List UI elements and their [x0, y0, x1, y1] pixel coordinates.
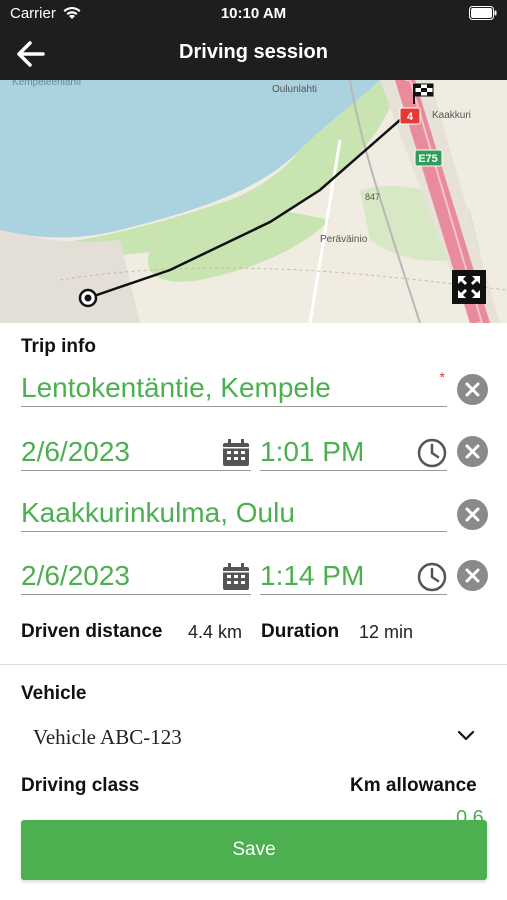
- chevron-down-icon: [457, 730, 475, 741]
- required-asterisk: *: [439, 369, 445, 385]
- map-label-oulunlahti: Oulunlahti: [272, 84, 317, 95]
- end-date-field[interactable]: 2/6/2023: [21, 555, 251, 595]
- start-date-field[interactable]: 2/6/2023: [21, 431, 251, 471]
- map-label-kaakkuri: Kaakkuri: [432, 110, 471, 121]
- clear-end-location-button[interactable]: [457, 499, 488, 530]
- clock-icon[interactable]: [417, 438, 447, 468]
- end-location-value: Kaakkurinkulma, Oulu: [21, 497, 295, 528]
- map-canvas[interactable]: 4 E75 847 Kempeleenlahti Oulunlahti Kaak…: [0, 80, 507, 323]
- driven-distance-label: Driven distance: [21, 621, 163, 642]
- end-location-field[interactable]: Kaakkurinkulma, Oulu: [21, 492, 447, 532]
- duration-value: 12 min: [359, 622, 414, 642]
- page-title: Driving session: [179, 41, 328, 63]
- battery-icon: [469, 6, 497, 20]
- start-time-value: 1:01 PM: [260, 436, 365, 467]
- start-time-field[interactable]: 1:01 PM: [260, 431, 447, 471]
- road-e75-label: E75: [418, 153, 438, 165]
- duration-label: Duration: [261, 621, 340, 642]
- calendar-icon[interactable]: [221, 438, 251, 468]
- section-divider: [0, 664, 507, 665]
- expand-map-icon[interactable]: [452, 270, 486, 304]
- road-4-label: 4: [407, 111, 414, 123]
- calendar-icon[interactable]: [221, 562, 251, 592]
- route-map[interactable]: 4 E75 847 Kempeleenlahti Oulunlahti Kaak…: [0, 80, 507, 323]
- trip-info-heading: Trip info: [21, 336, 96, 357]
- status-bar: Carrier 10:10 AM: [0, 0, 507, 28]
- close-icon: [465, 507, 480, 522]
- clock-time: 10:10 AM: [220, 5, 287, 22]
- save-button[interactable]: Save: [21, 820, 487, 880]
- driven-distance-value: 4.4 km: [188, 622, 243, 642]
- close-icon: [465, 568, 480, 583]
- start-date-value: 2/6/2023: [21, 436, 130, 467]
- map-label-kempeleenlahti: Kempeleenlahti: [12, 80, 81, 88]
- end-date-value: 2/6/2023: [21, 560, 130, 591]
- vehicle-selected-value: Vehicle ABC-123: [33, 725, 182, 749]
- clear-start-location-button[interactable]: [457, 374, 488, 405]
- navigation-bar: Driving session: [0, 28, 507, 80]
- km-allowance-value[interactable]: 0.6: [456, 808, 484, 820]
- vehicle-select[interactable]: Vehicle ABC-123: [21, 720, 487, 754]
- end-time-field[interactable]: 1:14 PM: [260, 555, 447, 595]
- close-icon: [465, 382, 480, 397]
- clock-icon[interactable]: [417, 562, 447, 592]
- driving-class-label: Driving class: [21, 775, 140, 796]
- close-icon: [465, 444, 480, 459]
- end-time-value: 1:14 PM: [260, 560, 365, 591]
- km-allowance-label: Km allowance: [350, 775, 477, 796]
- vehicle-heading: Vehicle: [21, 683, 87, 704]
- clear-start-time-button[interactable]: [457, 436, 488, 467]
- map-label-peravainio: Peräväinio: [320, 234, 368, 245]
- road-847-label: 847: [365, 192, 380, 202]
- start-location-field[interactable]: Lentokentäntie, Kempele *: [21, 367, 447, 407]
- start-location-value: Lentokentäntie, Kempele: [21, 372, 331, 403]
- clear-end-time-button[interactable]: [457, 560, 488, 591]
